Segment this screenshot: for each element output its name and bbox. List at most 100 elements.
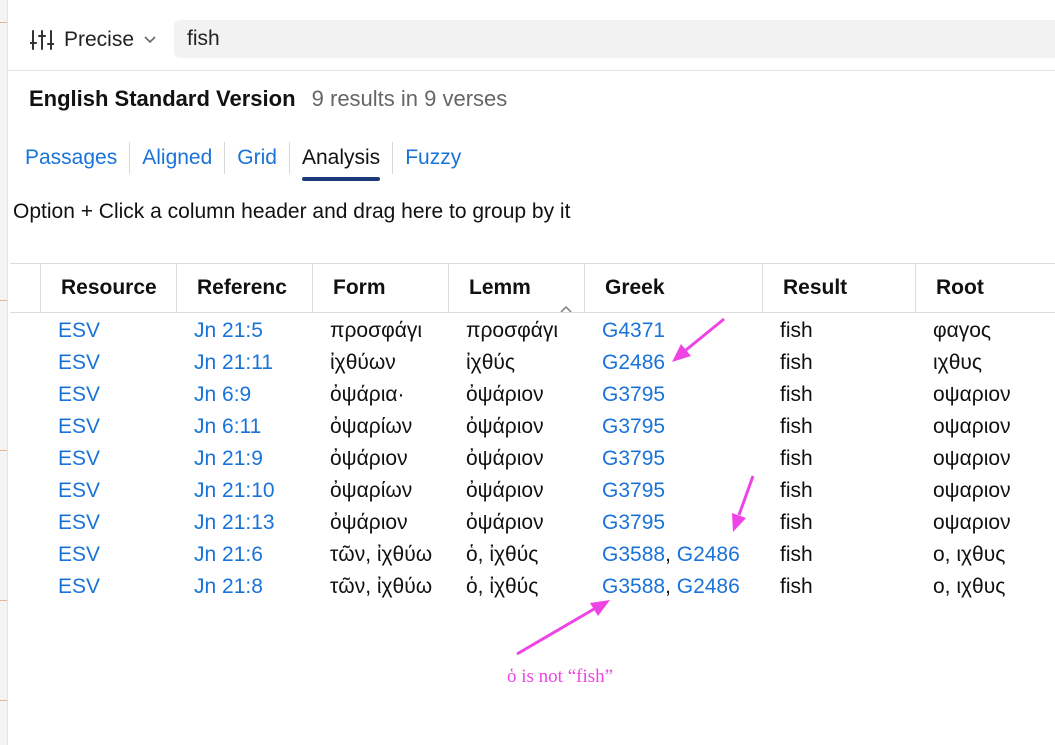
column-header-lemma[interactable]: Lemm [448,264,584,312]
strongs-link[interactable]: G3795 [602,511,665,534]
cell-resource[interactable]: ESV [58,347,100,379]
tab-grid[interactable]: Grid [224,142,289,174]
cell-resource[interactable]: ESV [58,571,100,603]
search-mode-dropdown[interactable]: Precise [30,22,156,58]
cell-resource[interactable]: ESV [58,475,100,507]
cell-greek: G4371 [602,315,665,347]
cell-result: fish [780,319,813,342]
cell-resource[interactable]: ESV [58,411,100,443]
annotation-note: ὁ is not “fish” [507,666,614,687]
cell-reference[interactable]: Jn 21:5 [194,315,263,347]
strongs-link[interactable]: G3588 [602,543,665,566]
search-input[interactable] [174,20,1055,58]
table-row[interactable]: ESV Jn 21:10 ὀψαρίων ὀψάριον G3795 fish οψαριο… [10,475,1055,507]
cell-form: ὀψάριον [330,511,408,534]
analysis-table: Resource Referenc Form Lemm Greek Result… [10,263,1055,603]
cell-greek: G3795 [602,443,665,475]
separator: , [665,543,677,566]
cell-resource[interactable]: ESV [58,379,100,411]
view-tabs: Passages Aligned Grid Analysis Fuzzy [13,141,473,181]
annotation-arrow [516,600,610,656]
cell-greek: G3588, G2486 [602,539,740,571]
cell-reference[interactable]: Jn 21:13 [194,507,275,539]
cell-reference[interactable]: Jn 21:6 [194,539,263,571]
cell-form: ὀψαρίων [330,415,413,438]
cell-resource[interactable]: ESV [58,507,100,539]
tab-fuzzy[interactable]: Fuzzy [392,142,473,174]
tab-passages[interactable]: Passages [13,142,129,174]
tab-analysis[interactable]: Analysis [288,142,392,181]
strongs-link[interactable]: G4371 [602,319,665,342]
table-row[interactable]: ESV Jn 21:11 ἰχθύων ἰχθύς G2486 fish ιχθυς [10,347,1055,379]
cell-reference[interactable]: Jn 21:11 [194,347,273,379]
cell-resource[interactable]: ESV [58,539,100,571]
cell-greek: G3795 [602,411,665,443]
cell-result: fish [780,351,813,374]
table-row[interactable]: ESV Jn 6:9 ὀψάρια· ὀψάριον G3795 fish οψαριον [10,379,1055,411]
cell-root: ο, ιχθυς [933,575,1006,598]
cell-lemma: ὀψάριον [466,511,544,534]
cell-lemma: ὀψάριον [466,415,544,438]
tab-aligned[interactable]: Aligned [129,142,224,174]
table-row[interactable]: ESV Jn 21:9 ὀψάριον ὀψάριον G3795 fish οψαριον [10,443,1055,475]
cell-reference[interactable]: Jn 21:8 [194,571,263,603]
cell-greek: G3795 [602,507,665,539]
table-row[interactable]: ESV Jn 21:8 τῶν, ἰχθύω ὁ, ἰχθύς G3588, G2486… [10,571,1055,603]
column-header-lemma-label: Lemm [469,276,531,299]
cell-lemma: προσφάγι [466,319,558,342]
column-header-resource[interactable]: Resource [40,264,176,312]
strongs-link[interactable]: G2486 [677,543,740,566]
table-row[interactable]: ESV Jn 21:13 ὀψάριον ὀψάριον G3795 fish οψαριο… [10,507,1055,539]
table-row[interactable]: ESV Jn 21:5 προσφάγι προσφάγι G4371 fish φαγος [10,315,1055,347]
version-title: English Standard Version [29,86,296,111]
column-header-greek[interactable]: Greek [584,264,762,312]
cell-result: fish [780,447,813,470]
strongs-link[interactable]: G2486 [677,575,740,598]
cell-greek: G2486 [602,347,665,379]
table-body: ESV Jn 21:5 προσφάγι προσφάγι G4371 fish φαγος… [10,315,1055,603]
results-header: English Standard Version 9 results in 9 … [29,86,507,112]
strongs-link[interactable]: G3795 [602,479,665,502]
cell-form: τῶν, ἰχθύω [330,575,433,598]
cell-form: ἰχθύων [330,351,396,374]
divider [8,70,1055,71]
cell-form: ὀψαρίων [330,479,413,502]
cell-greek: G3795 [602,475,665,507]
cell-reference[interactable]: Jn 6:11 [194,411,261,443]
cell-result: fish [780,479,813,502]
column-header-form[interactable]: Form [312,264,448,312]
cell-reference[interactable]: Jn 6:9 [194,379,251,411]
cell-root: φαγος [933,319,992,342]
cell-result: fish [780,415,813,438]
cell-result: fish [780,575,813,598]
strongs-link[interactable]: G3795 [602,415,665,438]
table-header: Resource Referenc Form Lemm Greek Result… [10,263,1055,313]
strongs-link[interactable]: G3795 [602,447,665,470]
cell-resource[interactable]: ESV [58,315,100,347]
cell-lemma: ὁ, ἰχθύς [466,543,539,566]
table-row[interactable]: ESV Jn 6:11 ὀψαρίων ὀψάριον G3795 fish οψαριον [10,411,1055,443]
group-by-drop-zone[interactable]: Option + Click a column header and drag … [13,200,570,224]
cell-reference[interactable]: Jn 21:10 [194,475,275,507]
result-count: 9 results in 9 verses [311,86,508,111]
cell-form: ὀψάρια· [330,383,405,406]
table-row[interactable]: ESV Jn 21:6 τῶν, ἰχθύω ὁ, ἰχθύς G3588, G2486… [10,539,1055,571]
strongs-link[interactable]: G3795 [602,383,665,406]
cell-lemma: ὁ, ἰχθύς [466,575,539,598]
left-panel-edge [0,0,8,745]
cell-greek: G3588, G2486 [602,571,740,603]
cell-reference[interactable]: Jn 21:9 [194,443,263,475]
strongs-link[interactable]: G3588 [602,575,665,598]
cell-lemma: ὀψάριον [466,383,544,406]
search-mode-label: Precise [64,28,135,51]
column-header-result[interactable]: Result [762,264,915,312]
cell-root: οψαριον [933,447,1011,470]
strongs-link[interactable]: G2486 [602,351,665,374]
cell-form: προσφάγι [330,319,422,342]
column-header-reference[interactable]: Referenc [176,264,312,312]
cell-lemma: ἰχθύς [466,351,515,374]
cell-root: ιχθυς [933,351,982,374]
cell-resource[interactable]: ESV [58,443,100,475]
column-header-root[interactable]: Root [915,264,1055,312]
sliders-icon [30,29,54,51]
